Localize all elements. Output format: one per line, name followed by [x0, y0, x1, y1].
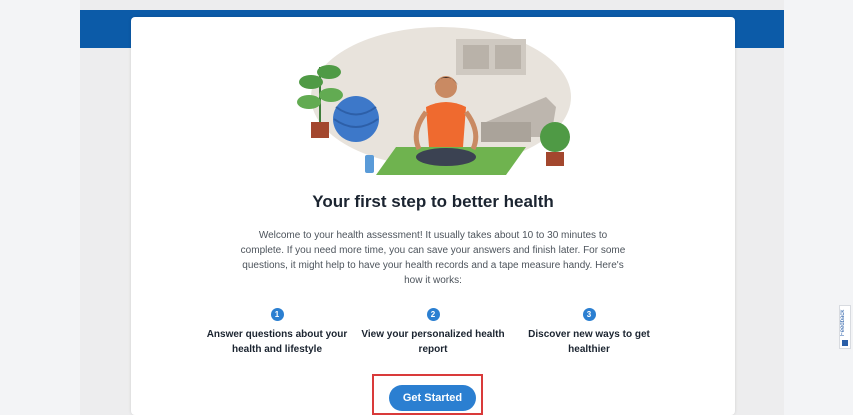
step-text: View your personalized health report — [361, 329, 505, 355]
step-2: 2 View your personalized health report — [358, 308, 508, 357]
welcome-card: Your first step to better health Welcome… — [131, 17, 735, 415]
page-title: Your first step to better health — [312, 192, 554, 211]
feedback-tab[interactable]: Feedback — [839, 305, 851, 349]
feedback-icon — [842, 340, 848, 346]
intro-text: Welcome to your health assessment! It us… — [240, 230, 626, 286]
step-text: Discover new ways to get healthier — [528, 329, 650, 355]
get-started-button[interactable]: Get Started — [389, 385, 476, 411]
step-text: Answer questions about your health and l… — [206, 329, 348, 355]
step-3: 3 Discover new ways to get healthier — [514, 308, 664, 357]
meditation-illustration — [297, 27, 571, 175]
step-number-badge: 2 — [426, 308, 440, 321]
step-1: 1 Answer questions about your health and… — [202, 308, 352, 357]
feedback-label: Feedback — [840, 309, 846, 337]
step-number-badge: 3 — [582, 308, 596, 321]
step-number-badge: 1 — [270, 308, 284, 321]
